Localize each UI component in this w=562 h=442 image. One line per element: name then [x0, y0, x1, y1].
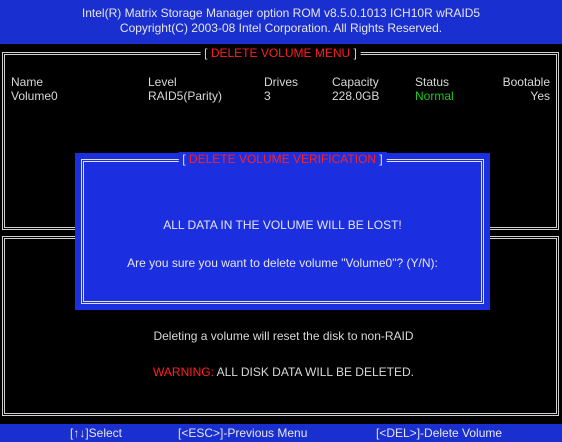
select-hint: [↑↓]Select	[70, 426, 123, 440]
col-status: Status	[415, 75, 450, 89]
col-capacity: Capacity	[332, 75, 379, 89]
dialog-title-text: DELETE VOLUME VERIFICATION	[188, 152, 377, 166]
col-drives: Drives	[264, 75, 299, 89]
data-loss-warning: ALL DATA IN THE VOLUME WILL BE LOST!	[163, 218, 402, 232]
rom-title: Intel(R) Matrix Storage Manager option R…	[81, 6, 481, 20]
panel-title: [ DELETE VOLUME MENU ]	[200, 46, 361, 60]
volume-status: Normal	[415, 89, 454, 103]
confirm-prompt[interactable]: Are you sure you want to delete volume "…	[84, 256, 481, 270]
key-help-bar: [↑↓]Select [<ESC>]-Previous Menu [<DEL>]…	[0, 424, 562, 442]
dialog-title: [ DELETE VOLUME VERIFICATION ]	[178, 152, 387, 166]
volume-bootable: Yes	[530, 89, 550, 103]
warning-text: ALL DISK DATA WILL BE DELETED.	[213, 365, 414, 379]
delete-volume-hint: [<DEL>]-Delete Volume	[376, 426, 503, 440]
warning-label: WARNING:	[153, 365, 214, 379]
col-level: Level	[148, 75, 177, 89]
panel-title-text: DELETE VOLUME MENU	[210, 46, 351, 60]
volume-capacity: 228.0GB	[332, 89, 380, 103]
dialog-frame: [ DELETE VOLUME VERIFICATION ] ALL DATA …	[81, 152, 484, 304]
help-text: Deleting a volume will reset the disk to…	[153, 329, 414, 343]
previous-menu-hint: [<ESC>]-Previous Menu	[178, 426, 308, 440]
warning-line: WARNING: ALL DISK DATA WILL BE DELETED.	[5, 365, 562, 379]
col-name: Name	[11, 75, 44, 89]
copyright: Copyright(C) 2003-08 Intel Corporation. …	[119, 21, 443, 35]
delete-verification-dialog: [ DELETE VOLUME VERIFICATION ] ALL DATA …	[75, 152, 490, 310]
volume-drives: 3	[264, 89, 271, 103]
volume-name[interactable]: Volume0	[11, 89, 58, 103]
col-bootable: Bootable	[502, 75, 550, 89]
app-header: Intel(R) Matrix Storage Manager option R…	[0, 0, 562, 44]
volume-level: RAID5(Parity)	[148, 89, 223, 103]
